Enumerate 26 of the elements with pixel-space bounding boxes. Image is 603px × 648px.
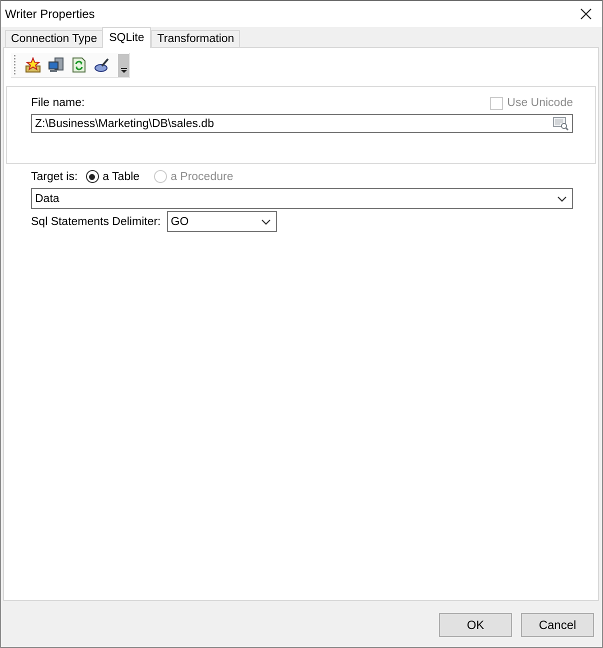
refresh-document-icon [71, 57, 87, 73]
toolbar-overflow-button[interactable] [118, 54, 129, 76]
computer-button[interactable] [46, 55, 66, 75]
delimiter-dropdown[interactable]: GO [166, 211, 277, 232]
tab[interactable]: Transformation [151, 30, 240, 47]
close-icon[interactable] [580, 8, 592, 20]
delimiter-label: Sql Statements Delimiter: [31, 216, 161, 228]
star-button[interactable] [23, 55, 43, 75]
chevron-down-icon [557, 196, 567, 202]
brush-icon [94, 57, 110, 73]
window-title: Writer Properties [5, 7, 96, 21]
computer-icon [48, 57, 64, 73]
dialog-button[interactable]: Cancel [521, 613, 594, 637]
dialog-button[interactable]: OK [439, 613, 512, 637]
tab[interactable]: SQLite [102, 27, 152, 48]
browse-icon[interactable] [553, 116, 569, 130]
target-label: Target is: [31, 170, 78, 182]
file-name-label: File name: [31, 97, 85, 109]
chevron-down-icon [260, 218, 271, 224]
target-radio[interactable]: a Table [86, 170, 140, 183]
grip-icon [13, 55, 16, 75]
star-icon [25, 57, 41, 73]
tab[interactable]: Connection Type [5, 30, 102, 47]
table-dropdown[interactable]: Data [31, 188, 573, 209]
file-name-field[interactable]: Z:\Business\Marketing\DB\sales.db [31, 114, 573, 133]
caret-icon [120, 68, 126, 72]
